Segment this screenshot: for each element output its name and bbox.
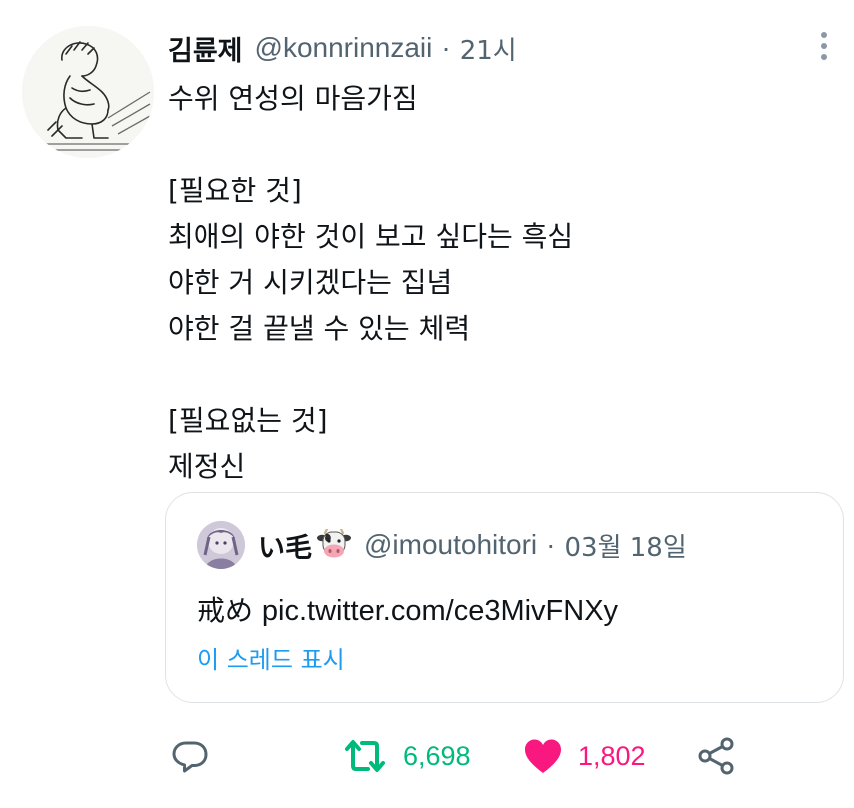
tweet-body-line: [필요한 것] xyxy=(168,174,302,207)
share-button[interactable] xyxy=(696,728,738,784)
retweet-count: 6,698 xyxy=(403,740,471,771)
more-options-icon[interactable] xyxy=(812,30,836,62)
avatar-sketch-image xyxy=(22,26,154,158)
tweet-body-line: 최애의 야한 것이 보고 싶다는 흑심 xyxy=(168,220,574,253)
quoted-author-display-name: い毛 xyxy=(258,532,312,564)
reply-button[interactable] xyxy=(170,728,210,784)
quoted-tweet-timestamp: 03월 18일 xyxy=(564,532,687,563)
quoted-author-avatar[interactable] xyxy=(197,521,245,569)
tweet[interactable]: 김륜제 @konnrinnzaii · 21시 수위 연성의 마음가짐 [필요한… xyxy=(0,0,854,808)
tweet-body-line: [필요없는 것] xyxy=(168,404,328,437)
quoted-author-handle: @imoutohitori xyxy=(364,529,538,560)
like-button[interactable]: 1,802 xyxy=(522,728,646,784)
tweet-body-line: 수위 연성의 마음가짐 xyxy=(168,82,418,115)
author-display-name[interactable]: 김륜제 xyxy=(168,29,243,68)
retweet-icon xyxy=(345,740,385,772)
like-count: 1,802 xyxy=(578,740,646,771)
quoted-header-separator: · xyxy=(546,529,556,560)
quoted-tweet-header: い毛 @imoutohitori · 03월 18일 xyxy=(258,525,687,565)
tweet-header: 김륜제 @konnrinnzaii · 21시 xyxy=(168,29,517,68)
cow-face-icon xyxy=(316,529,352,561)
quoted-tweet-text: 戒め pic.twitter.com/ce3MivFNXy xyxy=(197,589,618,629)
heart-icon xyxy=(525,739,561,773)
tweet-body-blank-line xyxy=(168,352,808,398)
quoted-tweet-card[interactable]: い毛 @imoutohitori · 03월 18일 戒め pic.twitte… xyxy=(165,492,844,703)
header-separator: · xyxy=(441,32,451,63)
author-handle[interactable]: @konnrinnzaii xyxy=(255,32,433,64)
author-avatar[interactable] xyxy=(22,26,154,158)
share-icon xyxy=(698,737,734,775)
tweet-actions-bar: 6,698 1,802 xyxy=(0,728,854,788)
quoted-text-prefix: 戒め xyxy=(197,594,254,627)
quoted-media-link[interactable]: pic.twitter.com/ce3MivFNXy xyxy=(262,595,618,627)
retweet-button[interactable]: 6,698 xyxy=(341,728,471,784)
tweet-body-line: 제정신 xyxy=(168,450,246,483)
tweet-body-line: 야한 거 시키겠다는 집념 xyxy=(168,266,453,299)
quoted-avatar-image xyxy=(197,521,245,569)
show-thread-link[interactable]: 이 스레드 표시 xyxy=(197,640,345,675)
tweet-body-line: 야한 걸 끝낼 수 있는 체력 xyxy=(168,312,471,345)
reply-bubble-icon xyxy=(172,741,208,773)
tweet-body: 수위 연성의 마음가짐 [필요한 것] 최애의 야한 것이 보고 싶다는 흑심 … xyxy=(168,76,808,490)
tweet-body-blank-line xyxy=(168,122,808,168)
tweet-timestamp[interactable]: 21시 xyxy=(460,30,517,67)
